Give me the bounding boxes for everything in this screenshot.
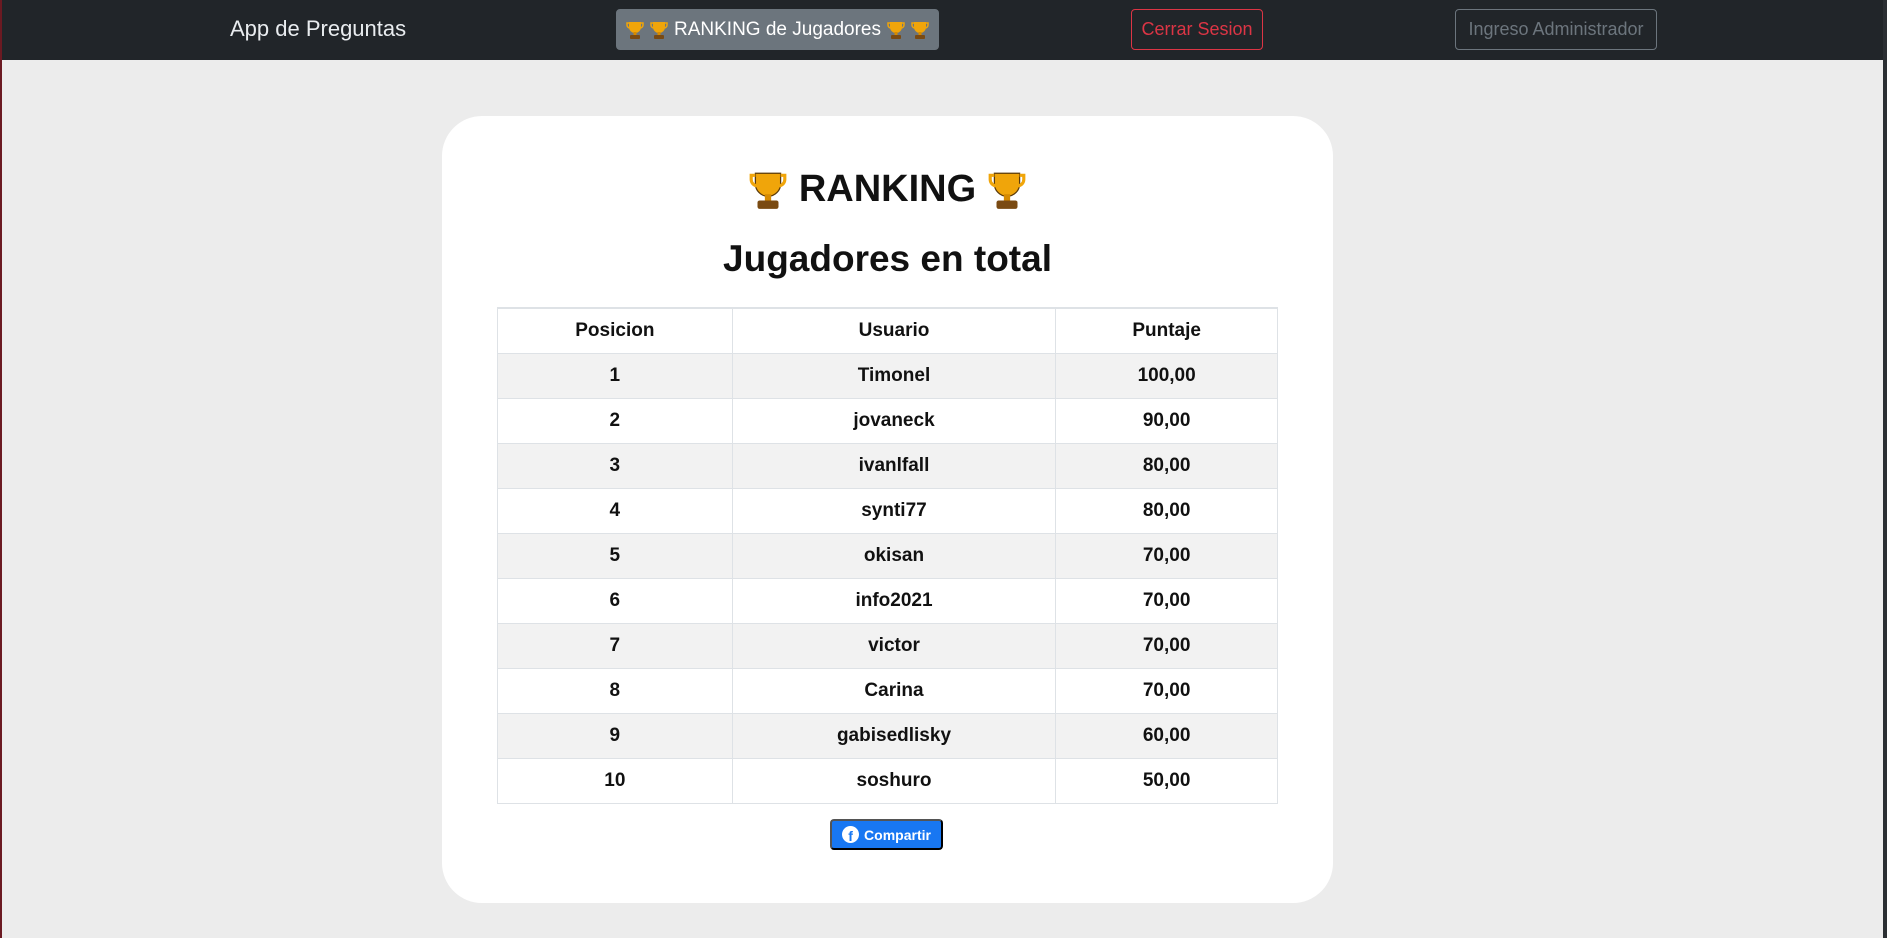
- logout-button[interactable]: Cerrar Sesion: [1131, 9, 1263, 50]
- table-row: 10 soshuro 50,00: [497, 757, 1278, 804]
- trophy-icon: [887, 21, 905, 39]
- cell-score: 70,00: [1055, 622, 1278, 669]
- cell-score: 90,00: [1055, 397, 1278, 444]
- cell-position: 3: [497, 442, 733, 489]
- table-row: 6 info2021 70,00: [497, 577, 1278, 624]
- cell-score: 70,00: [1055, 577, 1278, 624]
- cell-position: 4: [497, 487, 733, 534]
- cell-position: 5: [497, 532, 733, 579]
- table-row: 5 okisan 70,00: [497, 532, 1278, 579]
- cell-position: 6: [497, 577, 733, 624]
- table-row: 1 Timonel 100,00: [497, 352, 1278, 399]
- cell-position: 1: [497, 352, 733, 399]
- table-row: 2 jovaneck 90,00: [497, 397, 1278, 444]
- cell-user: Carina: [731, 667, 1057, 714]
- ranking-subtitle: Jugadores en total: [723, 238, 1052, 279]
- cell-user: ivanlfall: [731, 442, 1057, 489]
- cell-user: soshuro: [731, 757, 1057, 804]
- cell-score: 80,00: [1055, 487, 1278, 534]
- ranking-title-text: RANKING: [798, 168, 977, 210]
- ranking-button[interactable]: RANKING de Jugadores: [616, 9, 939, 50]
- cell-user: Timonel: [731, 352, 1057, 399]
- cell-score: 60,00: [1055, 712, 1278, 759]
- window-left-edge: [0, 0, 2, 938]
- facebook-icon: f: [842, 826, 860, 843]
- admin-login-button[interactable]: Ingreso Administrador: [1455, 9, 1657, 50]
- top-navbar: App de Preguntas RANKING de Jugadores Ce…: [2, 0, 1883, 60]
- window-right-edge: [1883, 0, 1887, 938]
- cell-score: 100,00: [1055, 352, 1278, 399]
- cell-position: 10: [497, 757, 733, 804]
- cell-user: gabisedlisky: [731, 712, 1057, 759]
- trophy-icon: [988, 172, 1026, 209]
- share-button-label: Compartir: [864, 826, 931, 843]
- navbar-brand[interactable]: App de Preguntas: [230, 16, 406, 42]
- cell-position: 2: [497, 397, 733, 444]
- table-row: 9 gabisedlisky 60,00: [497, 712, 1278, 759]
- cell-user: info2021: [731, 577, 1057, 624]
- cell-user: victor: [731, 622, 1057, 669]
- table-row: 7 victor 70,00: [497, 622, 1278, 669]
- cell-position: 9: [497, 712, 733, 759]
- header-posicion: Posicion: [497, 307, 733, 354]
- trophy-icon: [911, 21, 929, 39]
- trophy-icon: [749, 172, 787, 209]
- cell-position: 7: [497, 622, 733, 669]
- cell-score: 50,00: [1055, 757, 1278, 804]
- table-row: 3 ivanlfall 80,00: [497, 442, 1278, 489]
- header-puntaje: Puntaje: [1055, 307, 1278, 354]
- cell-position: 8: [497, 667, 733, 714]
- cell-score: 80,00: [1055, 442, 1278, 489]
- table-header-row: Posicion Usuario Puntaje: [497, 307, 1278, 354]
- ranking-card: RANKING Jugadores en total Posicion Usua…: [442, 116, 1333, 903]
- ranking-button-label: RANKING de Jugadores: [674, 18, 881, 40]
- ranking-title: RANKING: [442, 168, 1333, 211]
- header-usuario: Usuario: [731, 307, 1057, 354]
- trophy-icon: [626, 21, 644, 39]
- cell-score: 70,00: [1055, 532, 1278, 579]
- facebook-share-button[interactable]: f Compartir: [830, 819, 943, 850]
- table-row: 4 synti77 80,00: [497, 487, 1278, 534]
- trophy-icon: [650, 21, 668, 39]
- cell-score: 70,00: [1055, 667, 1278, 714]
- cell-user: jovaneck: [731, 397, 1057, 444]
- ranking-table: Posicion Usuario Puntaje 1 Timonel 100,0…: [497, 307, 1278, 804]
- cell-user: okisan: [731, 532, 1057, 579]
- table-row: 8 Carina 70,00: [497, 667, 1278, 714]
- cell-user: synti77: [731, 487, 1057, 534]
